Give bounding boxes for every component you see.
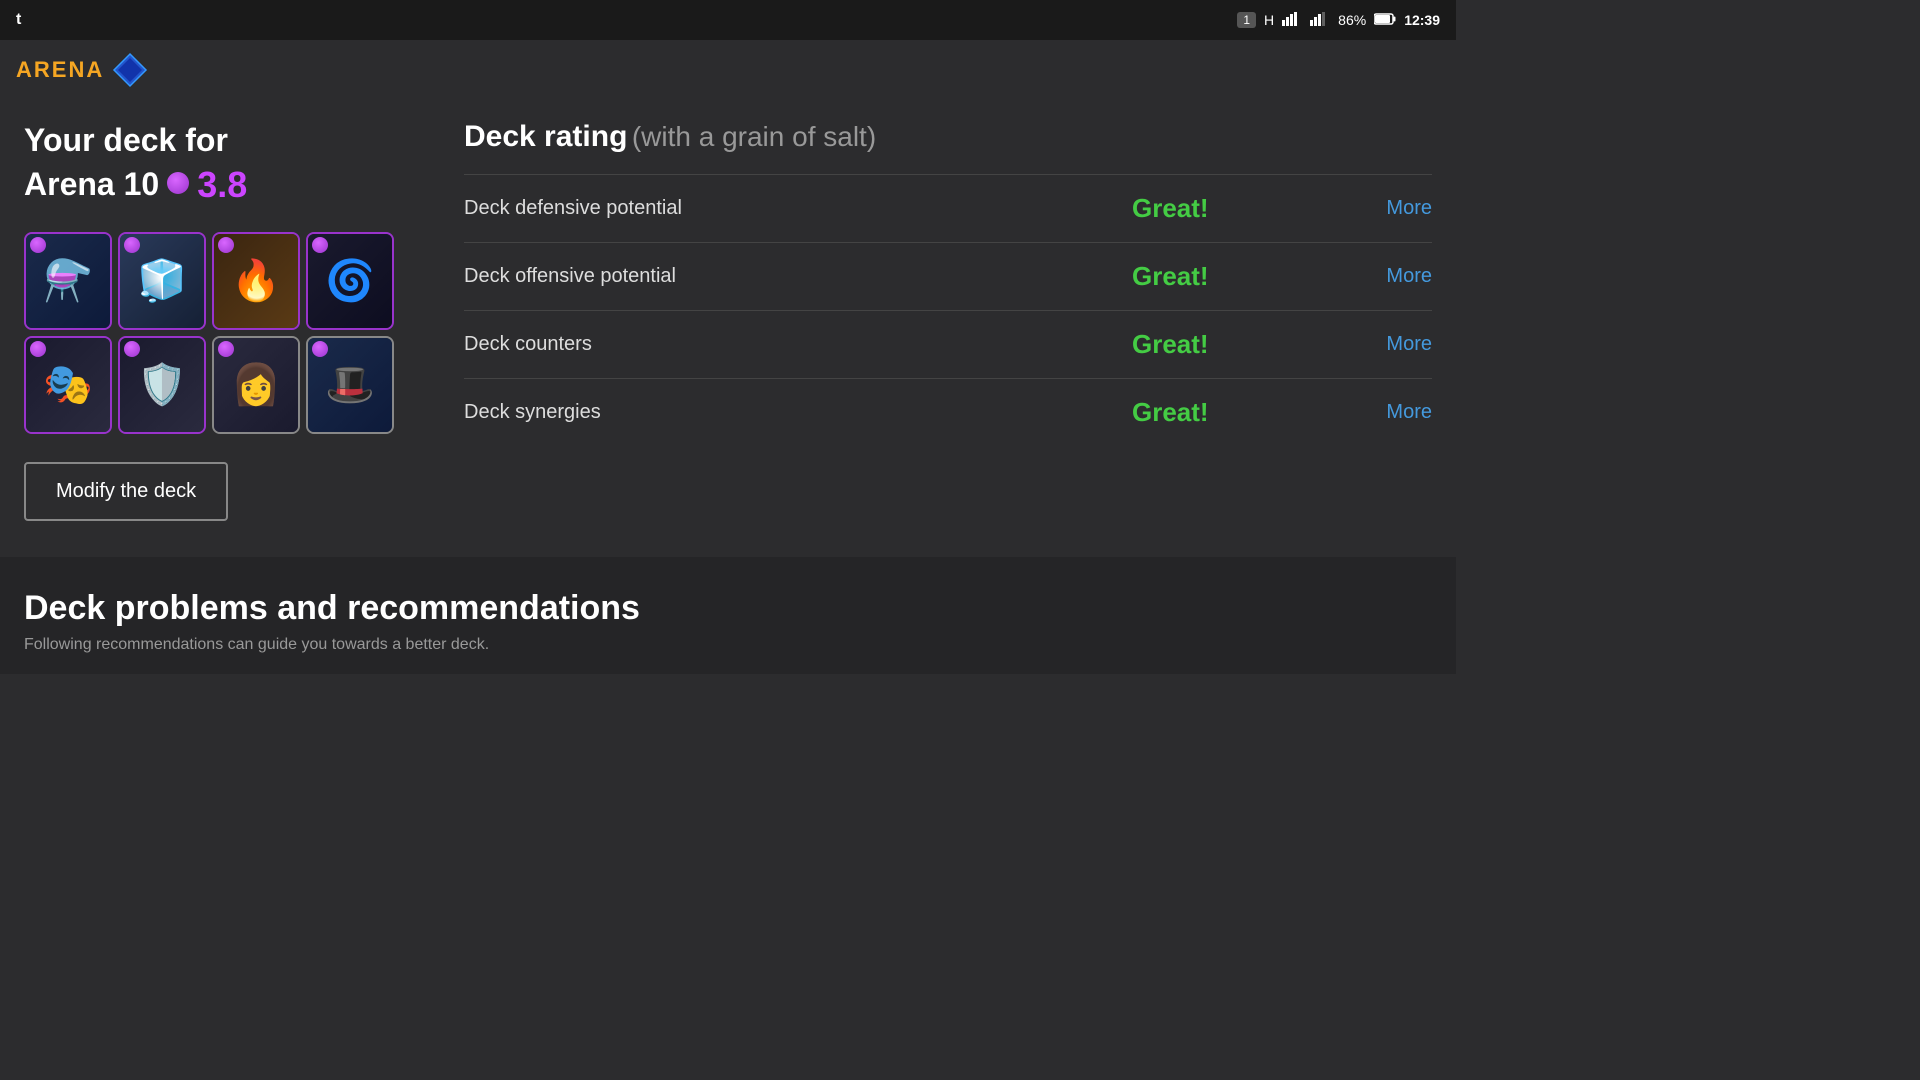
rating-value-counters: Great!: [1132, 329, 1332, 360]
logo-diamond-icon: [112, 52, 148, 88]
card-elixir-4: [312, 237, 328, 253]
deck-rating-number: 3.8: [197, 162, 247, 209]
card-slot-3[interactable]: 🔥: [212, 232, 300, 330]
deck-rating-header: Deck rating (with a grain of salt): [464, 120, 1432, 154]
rating-label-offensive: Deck offensive potential: [464, 265, 1132, 288]
rating-row-offensive: Deck offensive potential Great! More: [464, 242, 1432, 310]
battery-icon: [1374, 12, 1396, 28]
card-slot-6[interactable]: 🛡️: [118, 336, 206, 434]
more-offensive-button[interactable]: More: [1332, 265, 1432, 288]
rating-value-synergies: Great!: [1132, 397, 1332, 428]
deck-rating-subtitle: (with a grain of salt): [632, 121, 876, 152]
more-synergies-button[interactable]: More: [1332, 401, 1432, 424]
logo-text: ARENA: [16, 57, 104, 83]
header: ARENA: [0, 40, 1456, 100]
card-icon-6: 🛡️: [137, 365, 187, 405]
rating-label-defensive: Deck defensive potential: [464, 197, 1132, 220]
more-counters-button[interactable]: More: [1332, 333, 1432, 356]
right-panel: Deck rating (with a grain of salt) Deck …: [464, 120, 1432, 521]
rating-value-offensive: Great!: [1132, 261, 1332, 292]
card-slot-8[interactable]: 🎩: [306, 336, 394, 434]
signal-icon-2: [1310, 12, 1330, 29]
rating-label-counters: Deck counters: [464, 333, 1132, 356]
card-elixir-6: [124, 341, 140, 357]
card-elixir-8: [312, 341, 328, 357]
elixir-icon: [167, 172, 189, 194]
card-slot-5[interactable]: 🎭: [24, 336, 112, 434]
deck-rating-title: Deck rating: [464, 120, 627, 153]
h-indicator: H: [1264, 12, 1274, 28]
rating-row-defensive: Deck defensive potential Great! More: [464, 174, 1432, 242]
rating-label-synergies: Deck synergies: [464, 401, 1132, 424]
more-defensive-button[interactable]: More: [1332, 197, 1432, 220]
time: 12:39: [1404, 12, 1440, 28]
battery-percent: 86%: [1338, 12, 1366, 28]
card-slot-4[interactable]: 🌀: [306, 232, 394, 330]
card-elixir-3: [218, 237, 234, 253]
card-elixir-2: [124, 237, 140, 253]
card-icon-8: 🎩: [325, 365, 375, 405]
signal-icon: [1282, 12, 1302, 29]
main-content: Your deck for Arena 10 3.8 ⚗️ 🧊: [0, 100, 1456, 541]
deck-title: Your deck for Arena 10 3.8: [24, 120, 424, 208]
modify-deck-button[interactable]: Modify the deck: [24, 462, 228, 521]
rating-row-synergies: Deck synergies Great! More: [464, 378, 1432, 446]
logo: ARENA: [16, 52, 148, 88]
card-elixir-7: [218, 341, 234, 357]
card-icon-7: 👩: [231, 365, 281, 405]
rating-value-defensive: Great!: [1132, 193, 1332, 224]
card-icon-5: 🎭: [43, 365, 93, 405]
problems-subtitle: Following recommendations can guide you …: [24, 636, 1432, 654]
rating-row-counters: Deck counters Great! More: [464, 310, 1432, 378]
card-slot-7[interactable]: 👩: [212, 336, 300, 434]
status-bar: t 1 H 86%: [0, 0, 1456, 40]
status-indicators: 1 H 86% 12:39: [1237, 12, 1440, 29]
card-icon-1: ⚗️: [43, 261, 93, 301]
bottom-section: Deck problems and recommendations Follow…: [0, 557, 1456, 674]
card-slot-1[interactable]: ⚗️: [24, 232, 112, 330]
notification-badge: 1: [1237, 12, 1256, 28]
app-icon: t: [16, 11, 21, 29]
left-panel: Your deck for Arena 10 3.8 ⚗️ 🧊: [24, 120, 424, 521]
card-icon-2: 🧊: [137, 261, 187, 301]
card-elixir-1: [30, 237, 46, 253]
card-icon-3: 🔥: [231, 261, 281, 301]
card-elixir-5: [30, 341, 46, 357]
card-slot-2[interactable]: 🧊: [118, 232, 206, 330]
card-icon-4: 🌀: [325, 261, 375, 301]
problems-title: Deck problems and recommendations: [24, 589, 1432, 628]
card-grid: ⚗️ 🧊 🔥 🌀: [24, 232, 424, 434]
